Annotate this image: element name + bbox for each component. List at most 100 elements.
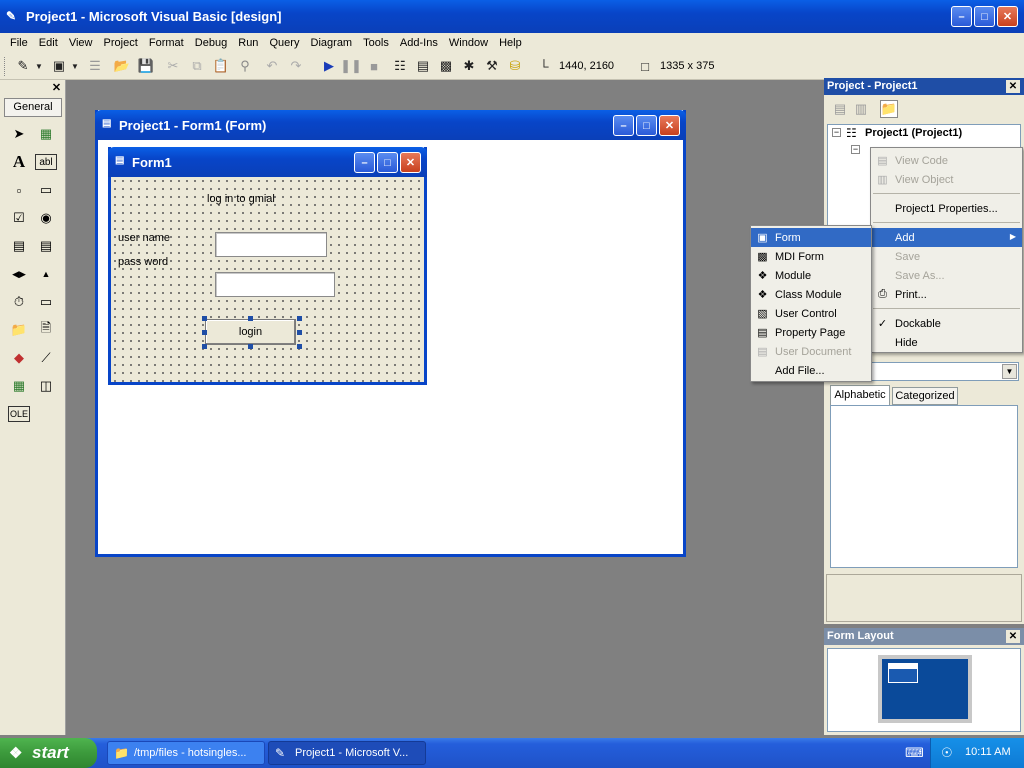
selection-handle[interactable] bbox=[202, 330, 207, 335]
checkbox-tool-icon[interactable]: ☑ bbox=[8, 207, 30, 229]
tree-collapse-icon[interactable]: − bbox=[851, 145, 860, 154]
redo-icon[interactable]: ↷ bbox=[287, 57, 305, 75]
break-icon[interactable]: ❚❚ bbox=[340, 57, 362, 75]
menu-query[interactable]: Query bbox=[266, 34, 304, 52]
object-browser-icon[interactable]: ✱ bbox=[460, 57, 478, 75]
designer-close-button[interactable]: ✕ bbox=[659, 115, 680, 136]
close-button[interactable]: ✕ bbox=[997, 6, 1018, 27]
form1[interactable]: ▤ Form1 – □ ✕ log in to gmial user name … bbox=[108, 147, 427, 385]
menu-add-mdi-form[interactable]: ▩ MDI Form bbox=[751, 247, 871, 266]
save-icon[interactable]: 💾 bbox=[137, 57, 155, 75]
properties-window-icon[interactable]: ▤ bbox=[414, 57, 432, 75]
cut-icon[interactable]: ✂ bbox=[164, 57, 182, 75]
taskbar-item-files[interactable]: 📁 /tmp/files - hotsingles... bbox=[107, 741, 265, 765]
add-form-icon[interactable]: ▣ bbox=[50, 57, 68, 75]
copy-icon[interactable]: ⧉ bbox=[188, 57, 206, 75]
selection-handle[interactable] bbox=[248, 344, 253, 349]
menu-file[interactable]: File bbox=[6, 34, 32, 52]
data-tool-icon[interactable]: ◫ bbox=[35, 375, 57, 397]
paste-icon[interactable]: 📋 bbox=[212, 57, 230, 75]
project-explorer-close-icon[interactable]: ✕ bbox=[1006, 80, 1020, 93]
selection-handle[interactable] bbox=[202, 344, 207, 349]
menu-diagram[interactable]: Diagram bbox=[307, 34, 357, 52]
line-tool-icon[interactable]: ⟋ bbox=[35, 347, 57, 369]
menu-add-property-page[interactable]: ▤ Property Page bbox=[751, 323, 871, 342]
selection-handle[interactable] bbox=[297, 330, 302, 335]
open-project-icon[interactable]: 📂 bbox=[113, 57, 131, 75]
form1-close-button[interactable]: ✕ bbox=[400, 152, 421, 173]
project-explorer-icon[interactable]: ☷ bbox=[391, 57, 409, 75]
menu-add-class-module[interactable]: ❖ Class Module bbox=[751, 285, 871, 304]
textbox-tool-icon[interactable]: abl bbox=[35, 154, 57, 170]
menu-format[interactable]: Format bbox=[145, 34, 188, 52]
form-layout-close-icon[interactable]: ✕ bbox=[1006, 630, 1020, 643]
menu-add-form[interactable]: ▣ Form bbox=[751, 228, 871, 247]
optionbutton-tool-icon[interactable]: ◉ bbox=[35, 207, 57, 229]
menu-run[interactable]: Run bbox=[234, 34, 262, 52]
selection-handle[interactable] bbox=[202, 316, 207, 321]
label-tool-icon[interactable]: A bbox=[8, 151, 30, 173]
menu-save[interactable]: Save bbox=[871, 247, 1022, 266]
menu-add-user-control[interactable]: ▧ User Control bbox=[751, 304, 871, 323]
dropdown-arrow-icon[interactable]: ▼ bbox=[1002, 364, 1017, 379]
filelistbox-tool-icon[interactable]: 🗎 bbox=[35, 319, 57, 341]
pass-word-textbox[interactable] bbox=[215, 272, 335, 297]
menu-tools[interactable]: Tools bbox=[359, 34, 393, 52]
properties-list[interactable] bbox=[830, 405, 1018, 568]
form-layout-preview[interactable] bbox=[827, 648, 1021, 732]
hscrollbar-tool-icon[interactable]: ◀▶ bbox=[8, 263, 30, 285]
toolbox-tab-general[interactable]: General bbox=[4, 98, 62, 117]
menu-print[interactable]: ⎙ Print... bbox=[871, 285, 1022, 304]
toolbar-grip[interactable] bbox=[4, 57, 7, 76]
login-button[interactable]: login bbox=[205, 319, 296, 345]
user-name-textbox[interactable] bbox=[215, 232, 327, 257]
form1-client-area[interactable]: log in to gmial user name pass word logi… bbox=[111, 177, 424, 382]
keyboard-icon[interactable]: ⌨ bbox=[905, 745, 924, 761]
pointer-icon[interactable]: ➤ bbox=[8, 123, 30, 145]
view-code-icon[interactable]: ▤ bbox=[831, 100, 849, 118]
heading-label[interactable]: log in to gmial bbox=[207, 193, 275, 205]
shape-tool-icon[interactable]: ◆ bbox=[8, 347, 30, 369]
menu-add-user-document[interactable]: ▤ User Document bbox=[751, 342, 871, 361]
toolbox-icon[interactable]: ⚒ bbox=[483, 57, 501, 75]
toggle-folders-icon[interactable]: 📁 bbox=[880, 100, 898, 118]
listbox-tool-icon[interactable]: ▤ bbox=[35, 235, 57, 257]
selection-handle[interactable] bbox=[248, 316, 253, 321]
menu-view[interactable]: View bbox=[65, 34, 97, 52]
form-layout-icon[interactable]: ▩ bbox=[437, 57, 455, 75]
toolbox-close-icon[interactable]: ✕ bbox=[50, 82, 63, 95]
designer-maximize-button[interactable]: □ bbox=[636, 115, 657, 136]
ole-tool-icon[interactable]: OLE bbox=[8, 406, 30, 422]
menu-window[interactable]: Window bbox=[445, 34, 492, 52]
menu-view-code[interactable]: ▤ View Code bbox=[871, 151, 1022, 170]
find-icon[interactable]: ⚲ bbox=[236, 57, 254, 75]
frame-tool-icon[interactable]: ▫ bbox=[8, 179, 30, 201]
tree-collapse-icon[interactable]: − bbox=[832, 128, 841, 137]
dirlistbox-tool-icon[interactable]: 📁 bbox=[8, 319, 30, 341]
start-button[interactable]: ❖ start bbox=[0, 738, 97, 768]
data-view-icon[interactable]: ⛁ bbox=[506, 57, 524, 75]
designer-minimize-button[interactable]: – bbox=[613, 115, 634, 136]
project-root-node[interactable]: Project1 (Project1) bbox=[865, 127, 962, 139]
form1-maximize-button[interactable]: □ bbox=[377, 152, 398, 173]
picturebox-icon[interactable]: ▦ bbox=[35, 123, 57, 145]
tab-alphabetic[interactable]: Alphabetic bbox=[830, 385, 890, 405]
selection-handle[interactable] bbox=[297, 344, 302, 349]
menu-editor-icon[interactable]: ☰ bbox=[86, 57, 104, 75]
pass-word-label[interactable]: pass word bbox=[118, 256, 168, 268]
menu-add-file[interactable]: Add File... bbox=[751, 361, 871, 380]
menu-dockable[interactable]: ✓ Dockable bbox=[871, 314, 1022, 333]
menu-save-as[interactable]: Save As... bbox=[871, 266, 1022, 285]
form1-minimize-button[interactable]: – bbox=[354, 152, 375, 173]
user-name-label[interactable]: user name bbox=[118, 232, 170, 244]
undo-icon[interactable]: ↶ bbox=[263, 57, 281, 75]
dropdown-arrow-icon[interactable]: ▼ bbox=[70, 57, 80, 75]
dropdown-arrow-icon[interactable]: ▼ bbox=[34, 57, 44, 75]
menu-view-object[interactable]: ▥ View Object bbox=[871, 170, 1022, 189]
clock[interactable]: 10:11 AM bbox=[965, 746, 1011, 758]
menu-project-properties[interactable]: Project1 Properties... bbox=[871, 199, 1022, 218]
menu-debug[interactable]: Debug bbox=[191, 34, 231, 52]
minimize-button[interactable]: – bbox=[951, 6, 972, 27]
timer-tool-icon[interactable]: ⏱ bbox=[8, 291, 30, 313]
vscrollbar-tool-icon[interactable]: ▲ bbox=[35, 263, 57, 285]
